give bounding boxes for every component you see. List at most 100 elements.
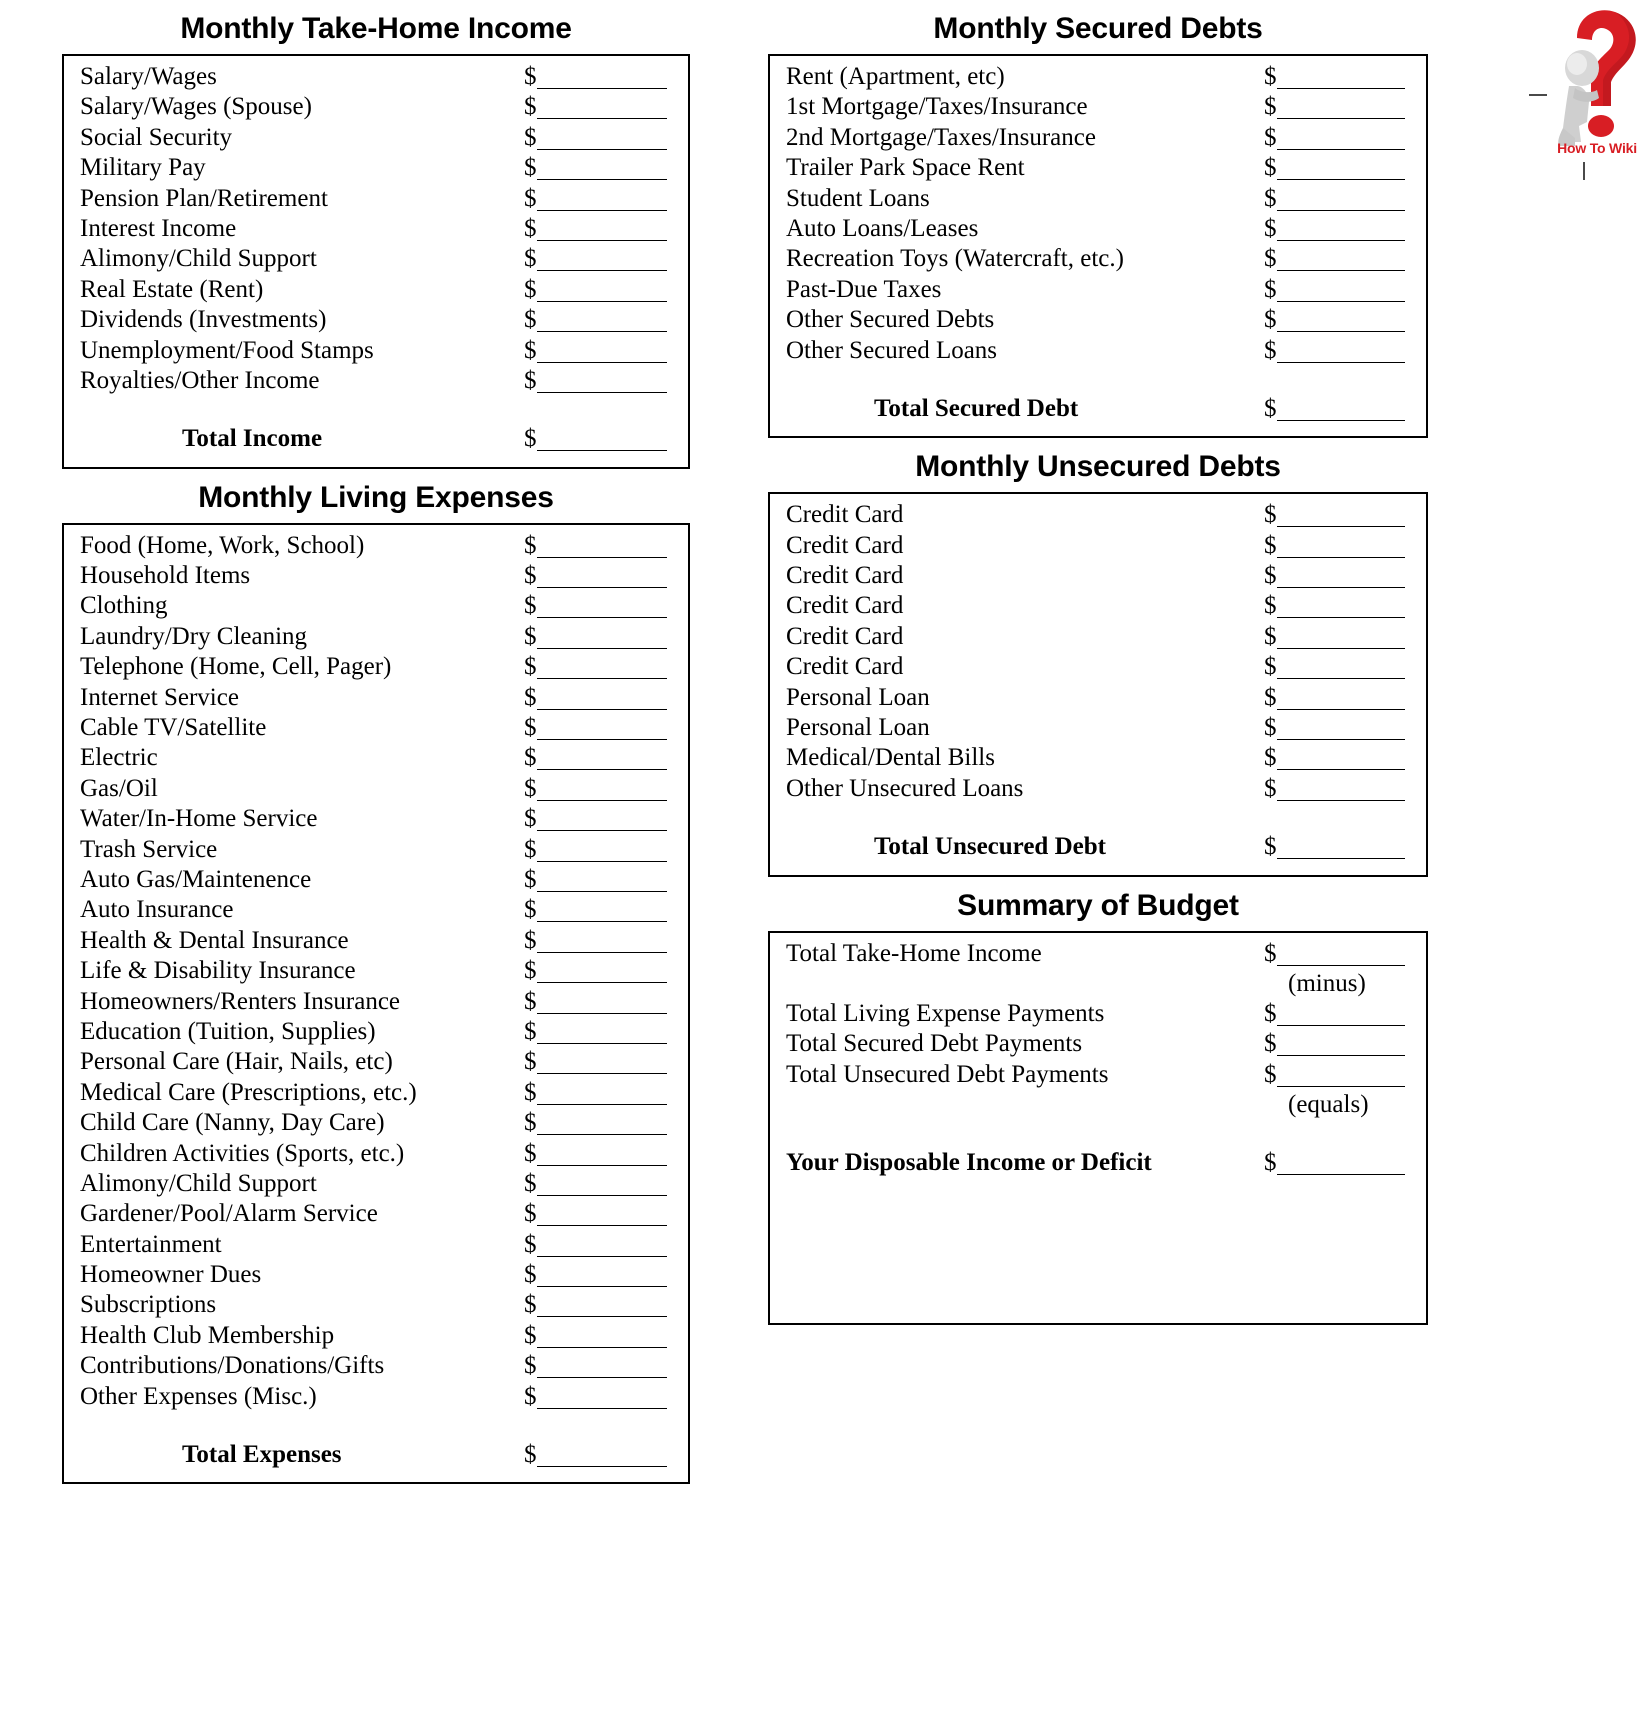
- income-total-amount[interactable]: $: [524, 426, 674, 452]
- line-item-blank-field[interactable]: [536, 566, 667, 589]
- line-item-amount[interactable]: $: [524, 928, 674, 953]
- line-item-blank-field[interactable]: [536, 1295, 667, 1318]
- line-item-amount[interactable]: $: [524, 1049, 674, 1075]
- line-item-blank-field[interactable]: [536, 1326, 667, 1348]
- line-item-amount[interactable]: $: [524, 246, 674, 272]
- line-item-blank-field[interactable]: [536, 158, 667, 181]
- line-item-amount[interactable]: $: [524, 1019, 674, 1044]
- line-item-amount[interactable]: $: [1264, 1062, 1412, 1087]
- line-item-amount[interactable]: $: [524, 368, 674, 393]
- line-item-amount[interactable]: $: [524, 277, 674, 302]
- line-item-blank-field[interactable]: [1276, 310, 1405, 333]
- line-item-blank-field[interactable]: [1276, 1004, 1405, 1026]
- line-item-blank-field[interactable]: [536, 748, 667, 771]
- line-item-amount[interactable]: $: [524, 1141, 674, 1166]
- income-total-blank[interactable]: [536, 429, 667, 452]
- line-item-blank-field[interactable]: [536, 219, 667, 241]
- line-item-blank-field[interactable]: [1276, 627, 1405, 649]
- line-item-blank-field[interactable]: [536, 931, 667, 953]
- line-item-amount[interactable]: $: [524, 94, 674, 120]
- line-item-blank-field[interactable]: [536, 1235, 667, 1257]
- line-item-amount[interactable]: $: [524, 155, 674, 181]
- line-item-blank-field[interactable]: [1276, 505, 1405, 528]
- summary-result-amount[interactable]: $: [1264, 1150, 1412, 1176]
- line-item-amount[interactable]: $: [524, 958, 674, 984]
- line-item-amount[interactable]: $: [524, 745, 674, 771]
- line-item-amount[interactable]: $: [1264, 155, 1412, 181]
- line-item-blank-field[interactable]: [536, 1022, 667, 1044]
- line-item-amount[interactable]: $: [1264, 94, 1412, 120]
- notes-box[interactable]: [768, 1196, 1428, 1325]
- line-item-amount[interactable]: $: [524, 654, 674, 680]
- line-item-amount[interactable]: $: [524, 125, 674, 150]
- line-item-blank-field[interactable]: [536, 97, 667, 120]
- line-item-amount[interactable]: $: [524, 216, 674, 241]
- line-item-blank-field[interactable]: [536, 688, 667, 710]
- line-item-blank-field[interactable]: [1276, 219, 1405, 241]
- unsecured-debts-total-blank[interactable]: [1276, 837, 1405, 860]
- line-item-blank-field[interactable]: [1276, 657, 1405, 680]
- line-item-blank-field[interactable]: [1276, 688, 1405, 710]
- line-item-amount[interactable]: $: [1264, 654, 1412, 680]
- line-item-blank-field[interactable]: [536, 1387, 667, 1409]
- line-item-blank-field[interactable]: [1276, 779, 1405, 801]
- line-item-amount[interactable]: $: [524, 64, 674, 89]
- line-item-blank-field[interactable]: [536, 371, 667, 393]
- line-item-blank-field[interactable]: [536, 1113, 667, 1136]
- living-expenses-total-blank[interactable]: [536, 1445, 667, 1468]
- line-item-amount[interactable]: $: [524, 837, 674, 862]
- line-item-blank-field[interactable]: [536, 900, 667, 923]
- line-item-amount[interactable]: $: [524, 593, 674, 619]
- line-item-blank-field[interactable]: [536, 1265, 667, 1288]
- line-item-amount[interactable]: $: [524, 715, 674, 741]
- summary-result-blank[interactable]: [1276, 1153, 1405, 1176]
- line-item-amount[interactable]: $: [524, 533, 674, 558]
- secured-debts-total-blank[interactable]: [1276, 399, 1405, 421]
- line-item-blank-field[interactable]: [1276, 341, 1405, 363]
- line-item-blank-field[interactable]: [536, 961, 667, 984]
- line-item-amount[interactable]: $: [524, 867, 674, 892]
- line-item-blank-field[interactable]: [536, 840, 667, 862]
- line-item-blank-field[interactable]: [536, 992, 667, 1014]
- line-item-amount[interactable]: $: [1264, 533, 1412, 558]
- line-item-blank-field[interactable]: [536, 1083, 667, 1105]
- line-item-amount[interactable]: $: [524, 307, 674, 333]
- line-item-amount[interactable]: $: [1264, 246, 1412, 272]
- line-item-blank-field[interactable]: [536, 536, 667, 558]
- line-item-blank-field[interactable]: [536, 189, 667, 211]
- line-item-amount[interactable]: $: [524, 624, 674, 649]
- line-item-blank-field[interactable]: [1276, 128, 1405, 150]
- line-item-blank-field[interactable]: [1276, 1034, 1405, 1057]
- line-item-amount[interactable]: $: [524, 806, 674, 832]
- line-item-amount[interactable]: $: [524, 897, 674, 923]
- line-item-amount[interactable]: $: [1264, 1031, 1412, 1057]
- line-item-blank-field[interactable]: [536, 310, 667, 333]
- line-item-amount[interactable]: $: [524, 1353, 674, 1379]
- line-item-amount[interactable]: $: [1264, 125, 1412, 150]
- line-item-blank-field[interactable]: [1276, 158, 1405, 181]
- line-item-amount[interactable]: $: [524, 1201, 674, 1227]
- line-item-amount[interactable]: $: [1264, 338, 1412, 363]
- unsecured-debts-total-amount[interactable]: $: [1264, 834, 1412, 860]
- line-item-blank-field[interactable]: [1276, 67, 1405, 89]
- line-item-blank-field[interactable]: [1276, 280, 1405, 302]
- line-item-amount[interactable]: $: [524, 989, 674, 1014]
- line-item-blank-field[interactable]: [536, 1052, 667, 1075]
- line-item-amount[interactable]: $: [524, 1262, 674, 1288]
- line-item-blank-field[interactable]: [1276, 97, 1405, 120]
- line-item-blank-field[interactable]: [536, 779, 667, 801]
- secured-debts-total-amount[interactable]: $: [1264, 396, 1412, 421]
- line-item-amount[interactable]: $: [524, 1080, 674, 1105]
- line-item-blank-field[interactable]: [1276, 536, 1405, 558]
- line-item-blank-field[interactable]: [536, 627, 667, 649]
- line-item-blank-field[interactable]: [536, 128, 667, 150]
- line-item-blank-field[interactable]: [536, 809, 667, 832]
- line-item-blank-field[interactable]: [536, 1174, 667, 1196]
- line-item-amount[interactable]: $: [524, 1232, 674, 1257]
- line-item-blank-field[interactable]: [536, 249, 667, 272]
- line-item-amount[interactable]: $: [1264, 563, 1412, 589]
- line-item-blank-field[interactable]: [1276, 189, 1405, 211]
- line-item-amount[interactable]: $: [524, 563, 674, 589]
- line-item-blank-field[interactable]: [536, 596, 667, 619]
- line-item-blank-field[interactable]: [1276, 748, 1405, 771]
